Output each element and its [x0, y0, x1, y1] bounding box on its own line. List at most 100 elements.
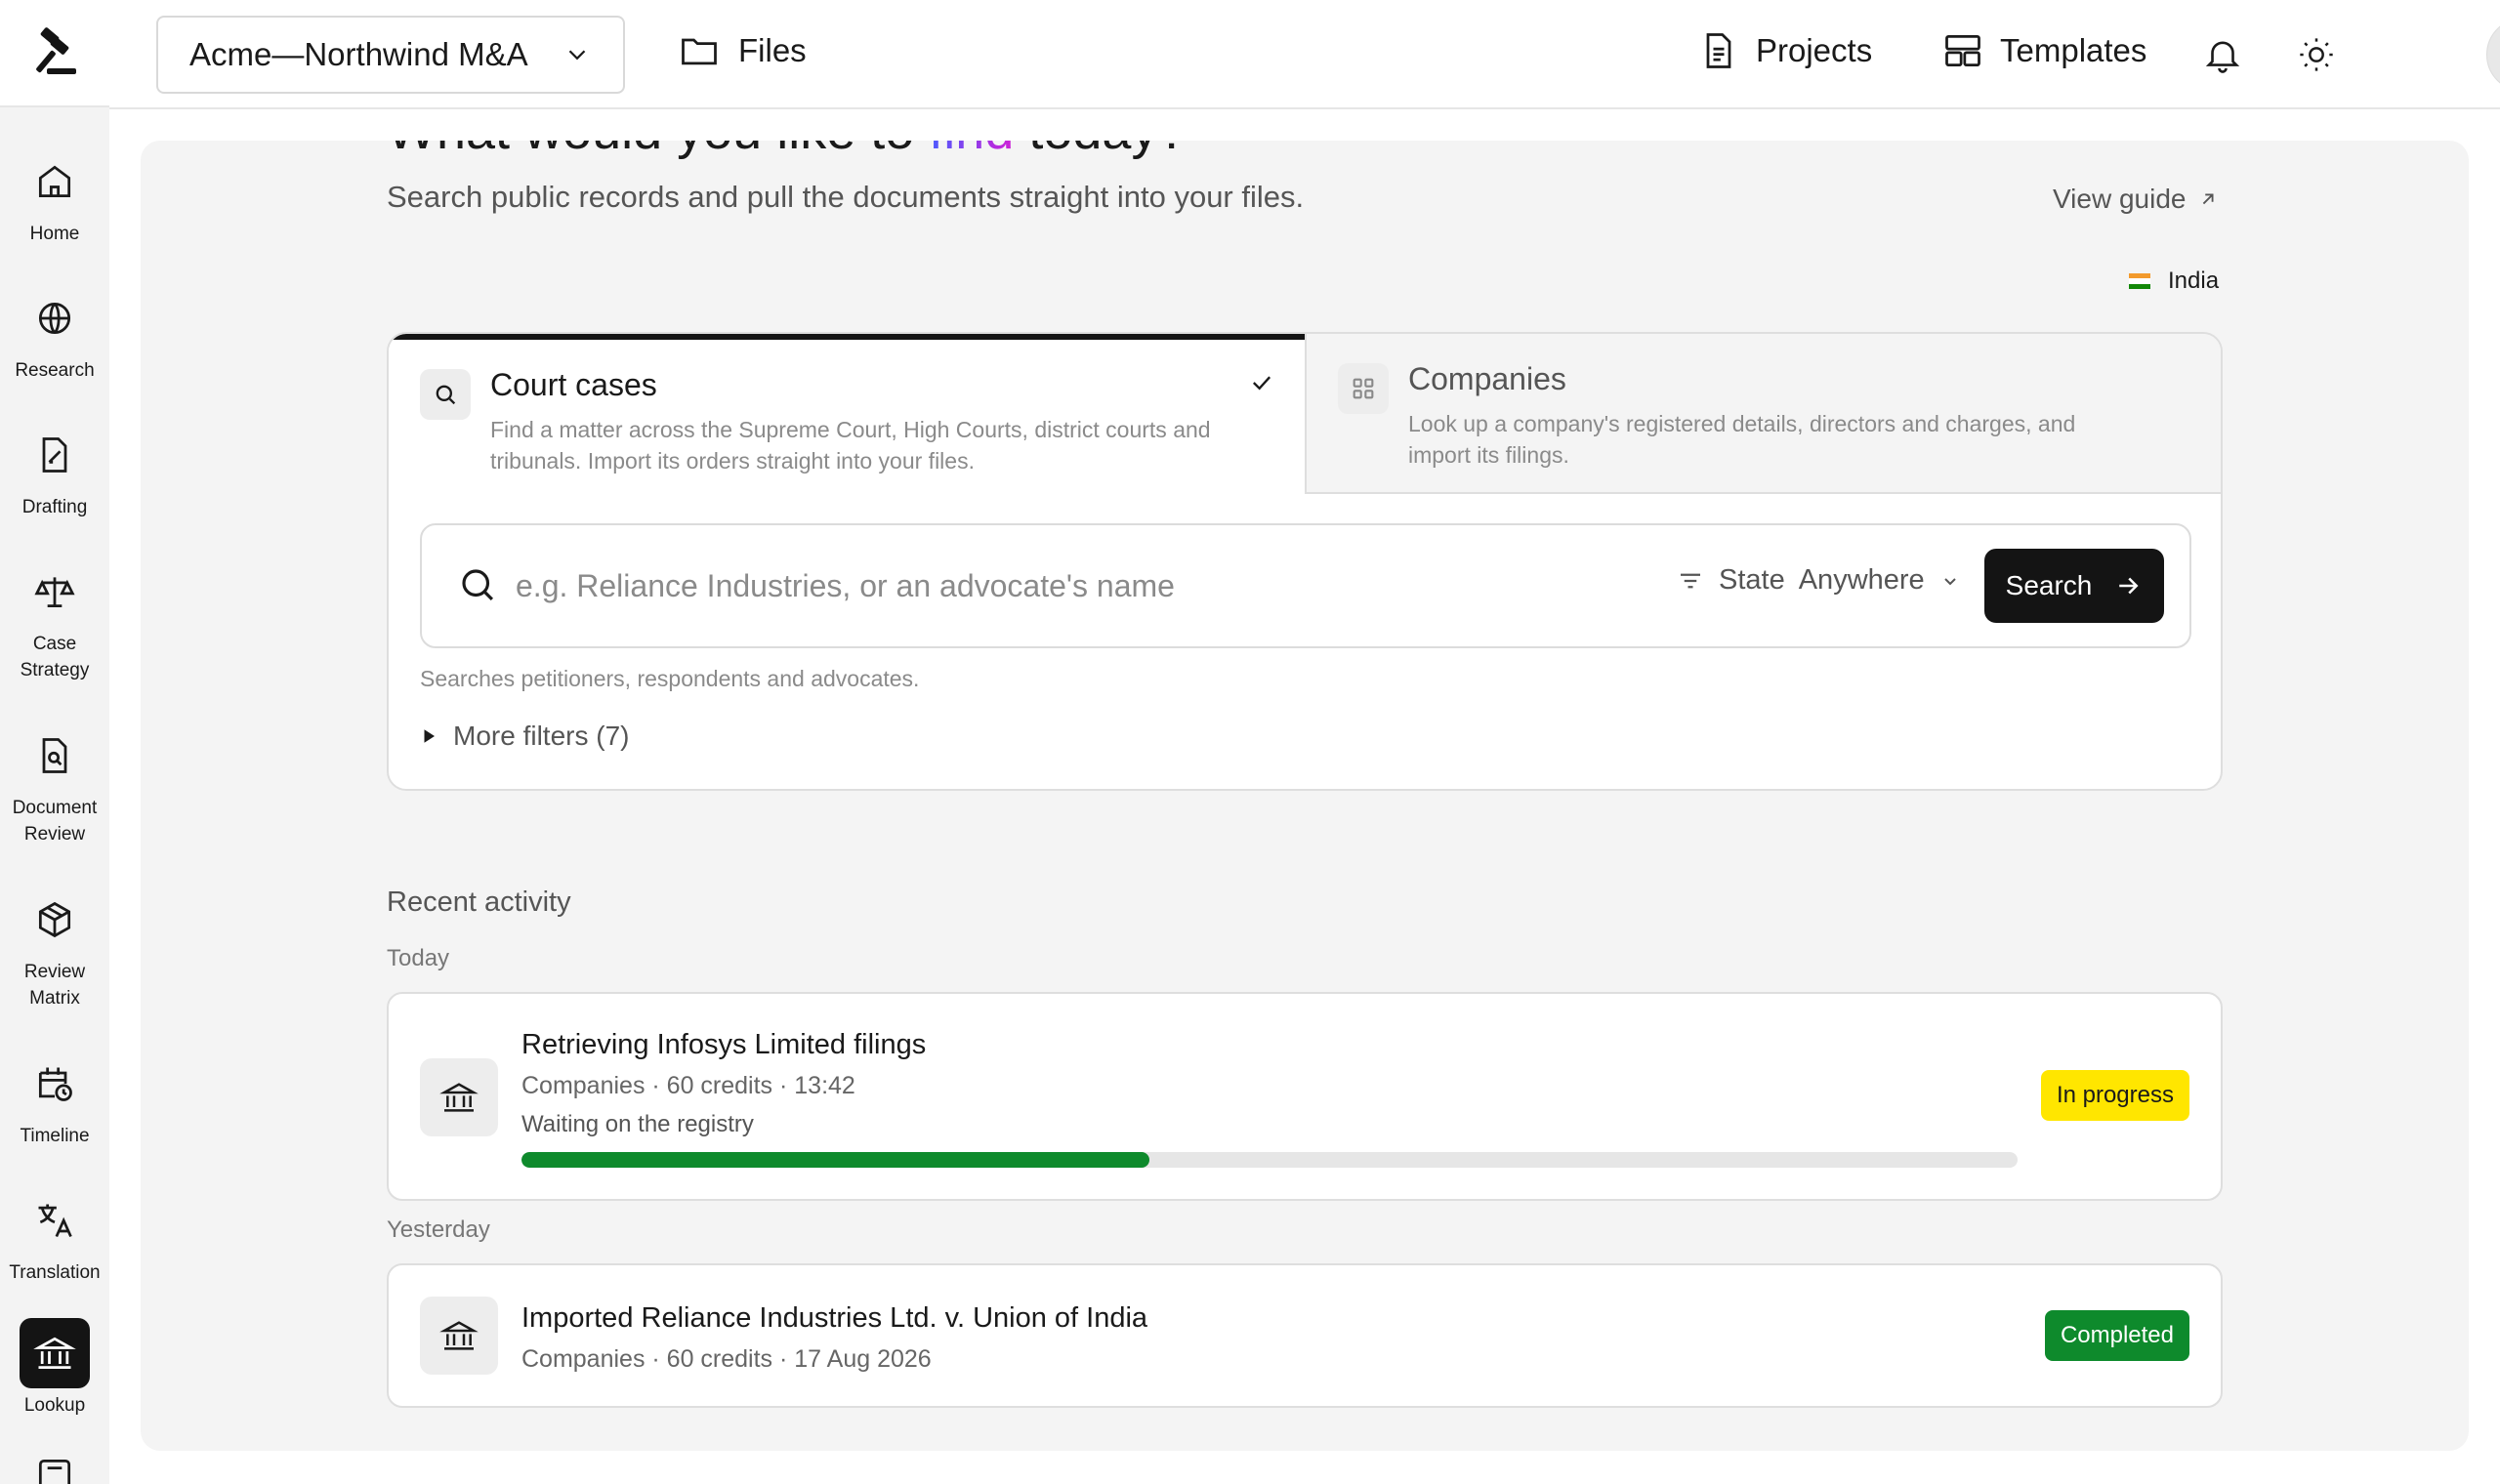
- activity-meta: Companies · 60 credits · 13:42: [521, 1072, 855, 1099]
- search-icon: [457, 564, 498, 610]
- sidebar-item-translation[interactable]: Translation: [0, 1185, 109, 1286]
- calculator-icon: [20, 1459, 90, 1484]
- sidebar-item-label: Case Strategy: [20, 634, 90, 680]
- search-input[interactable]: [516, 560, 1590, 611]
- sidebar-item-label: Research: [15, 360, 95, 381]
- activity-item[interactable]: Retrieving Infosys Limited filings Compa…: [387, 992, 2223, 1201]
- translate-icon: [20, 1185, 90, 1256]
- activity-title: Retrieving Infosys Limited filings: [521, 1029, 927, 1060]
- headline-accent: find: [929, 141, 1014, 160]
- arrow-right-icon: [2119, 577, 2139, 595]
- day-label: Today: [387, 945, 450, 971]
- templates-link[interactable]: Templates: [1941, 29, 2146, 72]
- state-filter-value: Anywhere: [1798, 564, 1925, 596]
- grid-icon: [1338, 363, 1389, 414]
- home-icon: [20, 146, 90, 217]
- search-button-label: Search: [2005, 570, 2093, 600]
- sidebar-item-label: Drafting: [21, 497, 88, 517]
- scale-icon: [20, 556, 90, 627]
- app-logo[interactable]: [0, 0, 109, 107]
- tab-title: Companies: [1408, 361, 1566, 396]
- bank-icon: [20, 1318, 90, 1388]
- files-link[interactable]: Files: [678, 29, 807, 72]
- sidebar-item-document-review[interactable]: Document Review: [0, 721, 109, 847]
- activity-title: Imported Reliance Industries Ltd. v. Uni…: [521, 1302, 1148, 1334]
- tab-court-cases[interactable]: Court cases Find a matter across the Sup…: [389, 334, 1305, 494]
- workspace-selector[interactable]: Acme—Northwind M&A: [156, 16, 625, 94]
- search-hint: Searches petitioners, respondents and ad…: [420, 666, 920, 691]
- activity-item[interactable]: Imported Reliance Industries Ltd. v. Uni…: [387, 1263, 2223, 1408]
- filter-icon: [1681, 573, 1700, 588]
- app-root: Home Research Drafting Case Strategy Doc: [0, 0, 2500, 1484]
- sidebar-item-more[interactable]: [0, 1459, 109, 1484]
- templates-icon: [1945, 34, 1980, 67]
- status-badge: Completed: [2044, 1310, 2189, 1361]
- view-guide-link[interactable]: View guide: [2053, 184, 2219, 215]
- search-bar: State Anywhere Search: [420, 523, 2191, 648]
- india-flag-icon: [2129, 273, 2150, 289]
- globe-icon: [20, 283, 90, 353]
- tab-description: Look up a company's registered details, …: [1408, 411, 2076, 468]
- avatar[interactable]: AK: [2486, 18, 2500, 92]
- sidebar-item-label: Translation: [9, 1262, 101, 1283]
- activity-status-text: Waiting on the registry: [521, 1111, 754, 1137]
- drafting-icon: [20, 420, 90, 490]
- document-icon: [1706, 33, 1731, 68]
- headline-start: What would you like to: [387, 141, 929, 160]
- state-filter-dropdown[interactable]: State Anywhere: [1676, 564, 1962, 597]
- sun-icon: [2300, 38, 2333, 71]
- templates-label: Templates: [2000, 32, 2147, 68]
- bell-icon: [2205, 41, 2240, 73]
- search-icon: [420, 369, 471, 420]
- document-search-icon: [20, 721, 90, 791]
- more-filters-label: More filters (7): [453, 721, 630, 751]
- country-selector[interactable]: India: [2129, 268, 2219, 295]
- sidebar-item-research[interactable]: Research: [0, 283, 109, 384]
- page-subtitle: Search public records and pull the docum…: [387, 180, 1305, 214]
- search-card: Court cases Find a matter across the Sup…: [387, 332, 2223, 791]
- external-link-icon: [2203, 193, 2214, 205]
- sidebar-item-label: Document Review: [12, 798, 98, 845]
- bank-icon: [420, 1058, 498, 1136]
- country-label: India: [2168, 268, 2220, 294]
- projects-link[interactable]: Projects: [1697, 29, 1872, 72]
- search-button[interactable]: Search: [1984, 549, 2164, 623]
- sidebar-item-case-strategy[interactable]: Case Strategy: [0, 556, 109, 683]
- page-title: What would you like to find today?: [387, 141, 1188, 162]
- sidebar-item-drafting[interactable]: Drafting: [0, 420, 109, 520]
- sidebar-item-label: Lookup: [23, 1395, 86, 1416]
- progress-bar: [521, 1152, 2018, 1168]
- chevron-down-icon: [1943, 577, 1956, 585]
- tab-companies[interactable]: Companies Look up a company's registered…: [1305, 334, 2221, 494]
- sidebar-item-label: Review Matrix: [23, 962, 86, 1009]
- more-filters-toggle[interactable]: More filters (7): [420, 721, 629, 752]
- check-icon: [1248, 369, 1275, 401]
- sidebar-item-review-matrix[interactable]: Review Matrix: [0, 885, 109, 1011]
- theme-toggle-button[interactable]: [2291, 29, 2342, 80]
- sidebar-item-label: Home: [29, 224, 80, 244]
- bank-icon: [420, 1297, 498, 1375]
- calendar-clock-icon: [20, 1049, 90, 1119]
- recent-activity-title: Recent activity: [387, 886, 571, 918]
- sidebar-item-lookup[interactable]: Lookup: [0, 1318, 109, 1419]
- tab-title: Court cases: [490, 367, 657, 402]
- tab-description: Find a matter across the Supreme Court, …: [490, 417, 1211, 474]
- projects-label: Projects: [1756, 32, 1873, 68]
- view-guide-label: View guide: [2053, 184, 2187, 214]
- caret-right-icon: [424, 729, 435, 743]
- progress-fill: [521, 1152, 1150, 1168]
- status-badge: In progress: [2040, 1070, 2189, 1121]
- workspace-name: Acme—Northwind M&A: [189, 36, 528, 72]
- notifications-button[interactable]: [2197, 29, 2248, 80]
- files-label: Files: [738, 32, 807, 68]
- headline-end: today?: [1014, 141, 1187, 160]
- cube-icon: [20, 885, 90, 955]
- sidebar-item-timeline[interactable]: Timeline: [0, 1049, 109, 1149]
- gavel-logo-icon: [36, 27, 76, 74]
- sidebar: Home Research Drafting Case Strategy Doc: [0, 0, 109, 1484]
- state-filter-label: State: [1719, 564, 1785, 596]
- folder-icon: [682, 38, 717, 65]
- top-bar: Acme—Northwind M&A Files Projects Templa…: [109, 0, 2500, 109]
- sidebar-item-label: Timeline: [20, 1126, 90, 1146]
- sidebar-item-home[interactable]: Home: [0, 146, 109, 247]
